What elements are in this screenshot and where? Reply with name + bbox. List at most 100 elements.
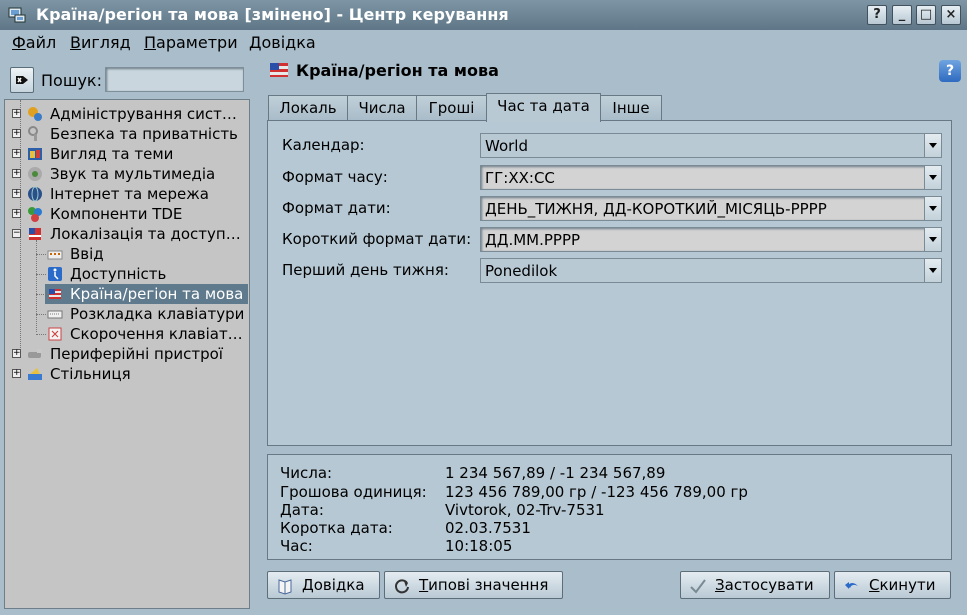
tree-item-peripherals[interactable]: + Периферійні пристрої xyxy=(5,344,249,364)
tree-item-country-region-language[interactable]: Країна/регіон та мова xyxy=(5,284,249,304)
expand-icon[interactable]: + xyxy=(12,109,21,118)
flag-icon xyxy=(49,289,61,299)
flag-icon xyxy=(270,63,288,77)
tree-connector xyxy=(36,254,46,255)
chevron-down-icon[interactable] xyxy=(924,166,941,189)
expand-icon[interactable]: + xyxy=(12,129,21,138)
tree-item-localization[interactable]: − Локалізація та доступ… xyxy=(5,224,249,244)
defaults-button[interactable]: Типові значення xyxy=(384,571,563,599)
expand-icon[interactable]: + xyxy=(12,169,21,178)
tree-item-network[interactable]: + Інтернет та мережа xyxy=(5,184,249,204)
menu-help-label: овідка xyxy=(261,33,316,52)
chevron-down-icon[interactable] xyxy=(924,197,941,220)
calendar-select[interactable]: World xyxy=(480,133,942,158)
tree-item-administration[interactable]: + Адміністрування сист… xyxy=(5,104,249,124)
tree-item-label: Ввід xyxy=(70,245,104,263)
first-weekday-select[interactable]: Ponedilok xyxy=(480,258,942,283)
preview-short-date-value: 02.03.7531 xyxy=(445,519,531,537)
appearance-icon xyxy=(28,148,42,160)
context-help-button[interactable]: ? xyxy=(867,5,887,25)
menu-help[interactable]: Довідка xyxy=(249,33,316,52)
expand-icon[interactable]: + xyxy=(12,349,21,358)
tree-connector xyxy=(36,274,46,275)
menu-file-mnemonic: Ф xyxy=(12,33,26,52)
tree-item-sound[interactable]: + Звук та мультимедіа xyxy=(5,164,249,184)
tree-item-label: Компоненти TDE xyxy=(50,205,183,223)
expand-icon[interactable]: + xyxy=(12,209,21,218)
expand-icon[interactable]: + xyxy=(12,189,21,198)
expand-icon[interactable]: + xyxy=(12,149,21,158)
help-icon: ? xyxy=(945,63,955,79)
tab-locale[interactable]: Локаль xyxy=(268,95,348,121)
calendar-label: Календар: xyxy=(282,136,365,154)
preview-date-label: Дата: xyxy=(280,501,324,519)
network-icon xyxy=(28,186,42,202)
menu-view-label: игляд xyxy=(80,33,131,52)
minimize-button[interactable]: _ xyxy=(892,5,912,25)
preview-time-label: Час: xyxy=(280,537,313,555)
preview-short-date-label: Коротка дата: xyxy=(280,519,393,537)
reset-mnemonic: С xyxy=(869,576,880,594)
short-date-format-label: Короткий формат дати: xyxy=(282,230,472,248)
short-date-format-combo[interactable]: ДД.ММ.РРРР xyxy=(480,227,942,252)
tree-item-accessibility[interactable]: Доступність xyxy=(5,264,249,284)
close-button[interactable]: × xyxy=(941,5,961,25)
tree-item-label: Стільниця xyxy=(50,365,131,383)
components-icon xyxy=(28,207,42,222)
sound-icon xyxy=(28,167,42,181)
help-label-rest: овідка xyxy=(313,576,365,594)
module-help-button[interactable]: ? xyxy=(939,60,961,82)
apply-button[interactable]: Застосувати xyxy=(680,571,830,599)
tree-item-components[interactable]: + Компоненти TDE xyxy=(5,204,249,224)
tab-money[interactable]: Гроші xyxy=(416,95,487,121)
time-format-combo[interactable]: ГГ:ХХ:СС xyxy=(480,165,942,190)
menu-view[interactable]: Вигляд xyxy=(70,33,131,52)
search-input[interactable] xyxy=(105,67,244,92)
menu-file[interactable]: Файл xyxy=(12,33,56,52)
help-mnemonic: Д xyxy=(302,576,314,594)
reset-button[interactable]: Скинути xyxy=(834,571,951,599)
chevron-down-icon[interactable] xyxy=(924,228,941,251)
expand-icon[interactable]: + xyxy=(12,369,21,378)
calendar-value: World xyxy=(485,137,528,155)
tab-other[interactable]: Інше xyxy=(600,95,662,121)
apply-mnemonic: З xyxy=(715,576,725,594)
tree-item-label: Країна/регіон та мова xyxy=(70,285,244,303)
chevron-down-icon[interactable] xyxy=(924,134,941,157)
clear-search-button[interactable] xyxy=(10,67,34,93)
tree-item-security[interactable]: + Безпека та приватність xyxy=(5,124,249,144)
tree-item-label: Розкладка клавіатури xyxy=(70,305,245,323)
tree-item-label: Безпека та приватність xyxy=(50,125,238,143)
date-format-label: Формат дати: xyxy=(282,199,391,217)
preview-currency-value: 123 456 789,00 гр / -123 456 789,00 гр xyxy=(445,483,748,501)
tree-item-keyboard-layout[interactable]: Розкладка клавіатури xyxy=(5,304,249,324)
localization-icon xyxy=(29,228,41,240)
tab-numbers[interactable]: Числа xyxy=(347,95,417,121)
first-weekday-label: Перший день тижня: xyxy=(282,261,449,279)
tree-item-keyboard-shortcuts[interactable]: Скорочення клавіат… xyxy=(5,324,249,344)
desktop-icon xyxy=(28,368,42,380)
tree-item-desktop[interactable]: + Стільниця xyxy=(5,364,249,384)
app-icon xyxy=(8,7,26,23)
tree-item-input[interactable]: Ввід xyxy=(5,244,249,264)
reset-label-rest: кинути xyxy=(879,576,936,594)
tree-item-label: Доступність xyxy=(70,265,167,283)
clear-icon xyxy=(16,76,28,84)
tree-item-label: Вигляд та теми xyxy=(50,145,174,163)
tab-time-date[interactable]: Час та дата xyxy=(486,93,601,122)
help-button[interactable]: Довідка xyxy=(267,571,380,599)
chevron-down-icon[interactable] xyxy=(924,259,941,282)
help-button-label: Довідка xyxy=(302,576,365,594)
defaults-button-label: Типові значення xyxy=(419,576,548,594)
menu-settings[interactable]: Параметри xyxy=(144,33,238,52)
menu-help-mnemonic: Д xyxy=(249,33,262,52)
tree-item-appearance[interactable]: + Вигляд та теми xyxy=(5,144,249,164)
date-format-value: ДЕНЬ_ТИЖНЯ, ДД-КОРОТКИЙ_МІСЯЦЬ-РРРР xyxy=(485,200,827,218)
module-title: Країна/регіон та мова xyxy=(296,61,499,80)
preview-time-value: 10:18:05 xyxy=(445,537,513,555)
collapse-icon[interactable]: − xyxy=(12,229,21,238)
accessibility-icon xyxy=(48,267,62,281)
date-format-combo[interactable]: ДЕНЬ_ТИЖНЯ, ДД-КОРОТКИЙ_МІСЯЦЬ-РРРР xyxy=(480,196,942,221)
maximize-button[interactable]: □ xyxy=(916,5,936,25)
admin-icon xyxy=(28,107,42,121)
